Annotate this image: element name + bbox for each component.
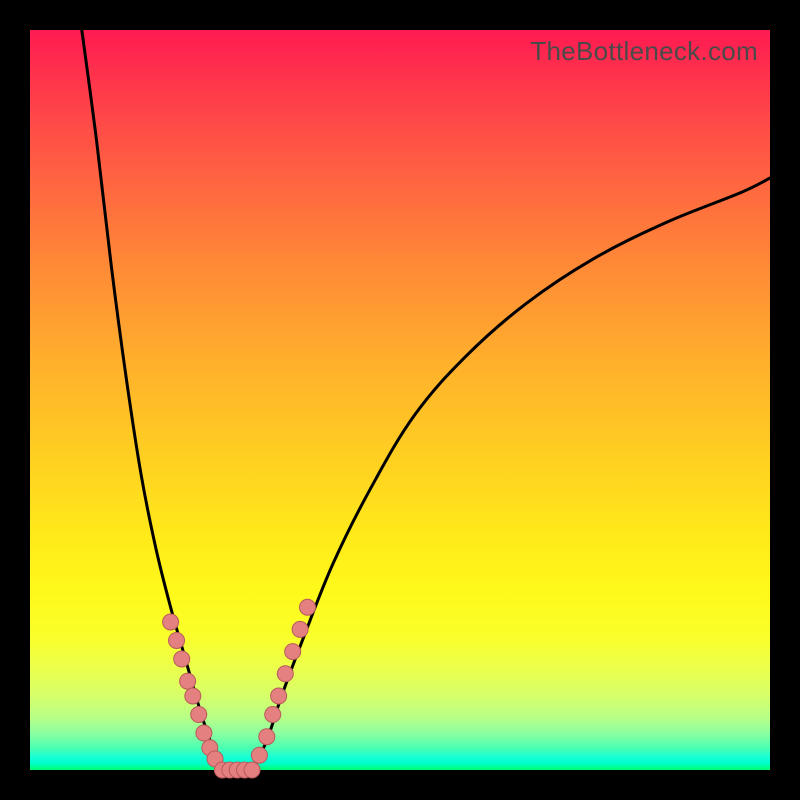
data-marker [191,707,207,723]
chart-plot-area: TheBottleneck.com [30,30,770,770]
data-marker [169,633,185,649]
chart-frame: TheBottleneck.com [0,0,800,800]
data-marker [285,644,301,660]
data-marker [244,762,260,778]
data-marker [180,673,196,689]
data-marker [271,688,287,704]
data-marker [251,747,267,763]
data-marker [163,614,179,630]
data-marker [196,725,212,741]
data-marker [265,707,281,723]
data-marker [185,688,201,704]
marker-layer [163,599,316,778]
data-marker [259,729,275,745]
data-marker [174,651,190,667]
chart-svg [30,30,770,770]
data-marker [300,599,316,615]
data-marker [292,621,308,637]
data-marker [277,666,293,682]
